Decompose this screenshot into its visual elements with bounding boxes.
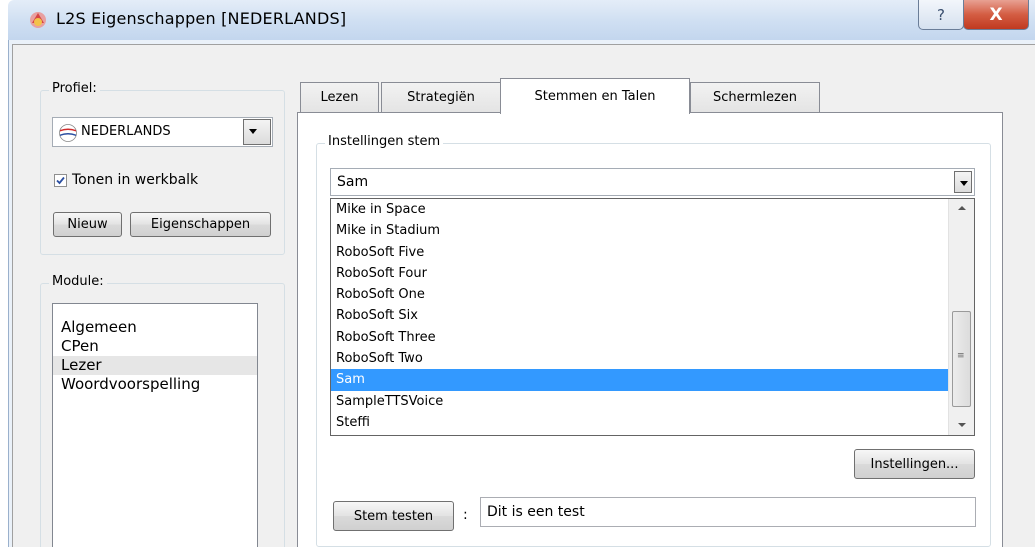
module-item-woordvoorspelling[interactable]: Woordvoorspelling: [53, 375, 257, 394]
tab-stemmen-en-talen-label: Stemmen en Talen: [534, 89, 656, 104]
test-text-input[interactable]: Dit is een test: [480, 497, 976, 527]
tab-schermlezen[interactable]: Schermlezen: [690, 82, 820, 112]
voice-selected-value: Sam: [337, 174, 369, 190]
module-legend: Module:: [49, 274, 107, 289]
voice-option-selected[interactable]: Sam: [331, 369, 974, 391]
checkmark-icon: [56, 176, 65, 185]
test-voice-button-label: Stem testen: [353, 508, 434, 524]
test-voice-button[interactable]: Stem testen: [333, 501, 454, 531]
module-item-algemeen[interactable]: Algemeen: [53, 318, 257, 337]
profile-properties-button-label: Eigenschappen: [150, 217, 251, 232]
voice-settings-legend: Instellingen stem: [325, 134, 444, 149]
voice-settings-button-label: Instellingen...: [870, 456, 959, 472]
profile-selected-value: NEDERLANDS: [81, 124, 171, 139]
voice-option[interactable]: RoboSoft Six: [331, 305, 974, 326]
new-profile-button-label: Nieuw: [67, 217, 108, 232]
show-toolbar-label: Tonen in werkbalk: [72, 172, 199, 188]
voice-select[interactable]: Sam: [330, 168, 975, 196]
title-bar[interactable]: L2S Eigenschappen [NEDERLANDS]: [8, 0, 1035, 40]
tab-lezen-label: Lezen: [320, 90, 359, 105]
voice-option[interactable]: RoboSoft Two: [331, 348, 974, 369]
scroll-down-icon[interactable]: [949, 415, 974, 435]
profile-select[interactable]: NEDERLANDS: [52, 117, 273, 147]
tab-strategien[interactable]: Strategiën: [381, 82, 501, 112]
scrollbar-thumb[interactable]: ≡: [952, 311, 971, 407]
chevron-down-icon[interactable]: [243, 119, 271, 145]
voice-option[interactable]: Mike in Space: [331, 199, 974, 220]
window-title: L2S Eigenschappen [NEDERLANDS]: [56, 9, 347, 28]
voice-option[interactable]: Steffi: [331, 412, 974, 433]
test-separator: :: [463, 507, 468, 523]
dropdown-scrollbar[interactable]: ≡: [948, 199, 974, 435]
close-button[interactable]: X: [963, 0, 1029, 30]
close-icon: X: [989, 4, 1003, 25]
voice-option[interactable]: SampleTTSVoice: [331, 391, 974, 412]
app-icon: [30, 12, 46, 28]
module-item-cpen[interactable]: CPen: [53, 337, 257, 356]
properties-window: L2S Eigenschappen [NEDERLANDS] ? X Profi…: [0, 0, 1035, 547]
chevron-down-icon[interactable]: [954, 171, 972, 193]
grip-icon: ≡: [957, 351, 965, 361]
tab-stemmen-en-talen[interactable]: Stemmen en Talen: [500, 78, 690, 114]
profile-legend: Profiel:: [49, 81, 100, 96]
voice-dropdown-list[interactable]: Mike in Space Mike in Stadium RoboSoft F…: [330, 198, 975, 436]
voice-option[interactable]: RoboSoft Five: [331, 242, 974, 263]
dutch-flag-icon: [59, 124, 77, 142]
voice-option[interactable]: RoboSoft Four: [331, 263, 974, 284]
test-text-value: Dit is een test: [487, 504, 585, 520]
new-profile-button[interactable]: Nieuw: [53, 212, 122, 237]
tab-schermlezen-label: Schermlezen: [712, 90, 798, 105]
help-icon: ?: [937, 5, 945, 24]
voice-option[interactable]: RoboSoft One: [331, 284, 974, 305]
voice-option[interactable]: RoboSoft Three: [331, 327, 974, 348]
profile-properties-button[interactable]: Eigenschappen: [130, 212, 271, 237]
tab-strategien-label: Strategiën: [407, 90, 475, 105]
module-item-lezer[interactable]: Lezer: [53, 356, 257, 375]
tab-lezen[interactable]: Lezen: [300, 82, 379, 112]
module-list[interactable]: Algemeen CPen Lezer Woordvoorspelling: [52, 303, 258, 547]
help-button[interactable]: ?: [918, 0, 964, 30]
voice-option[interactable]: Mike in Stadium: [331, 220, 974, 241]
show-toolbar-checkbox[interactable]: [54, 174, 67, 187]
voice-settings-button[interactable]: Instellingen...: [854, 449, 975, 479]
scroll-up-icon[interactable]: [949, 199, 974, 219]
